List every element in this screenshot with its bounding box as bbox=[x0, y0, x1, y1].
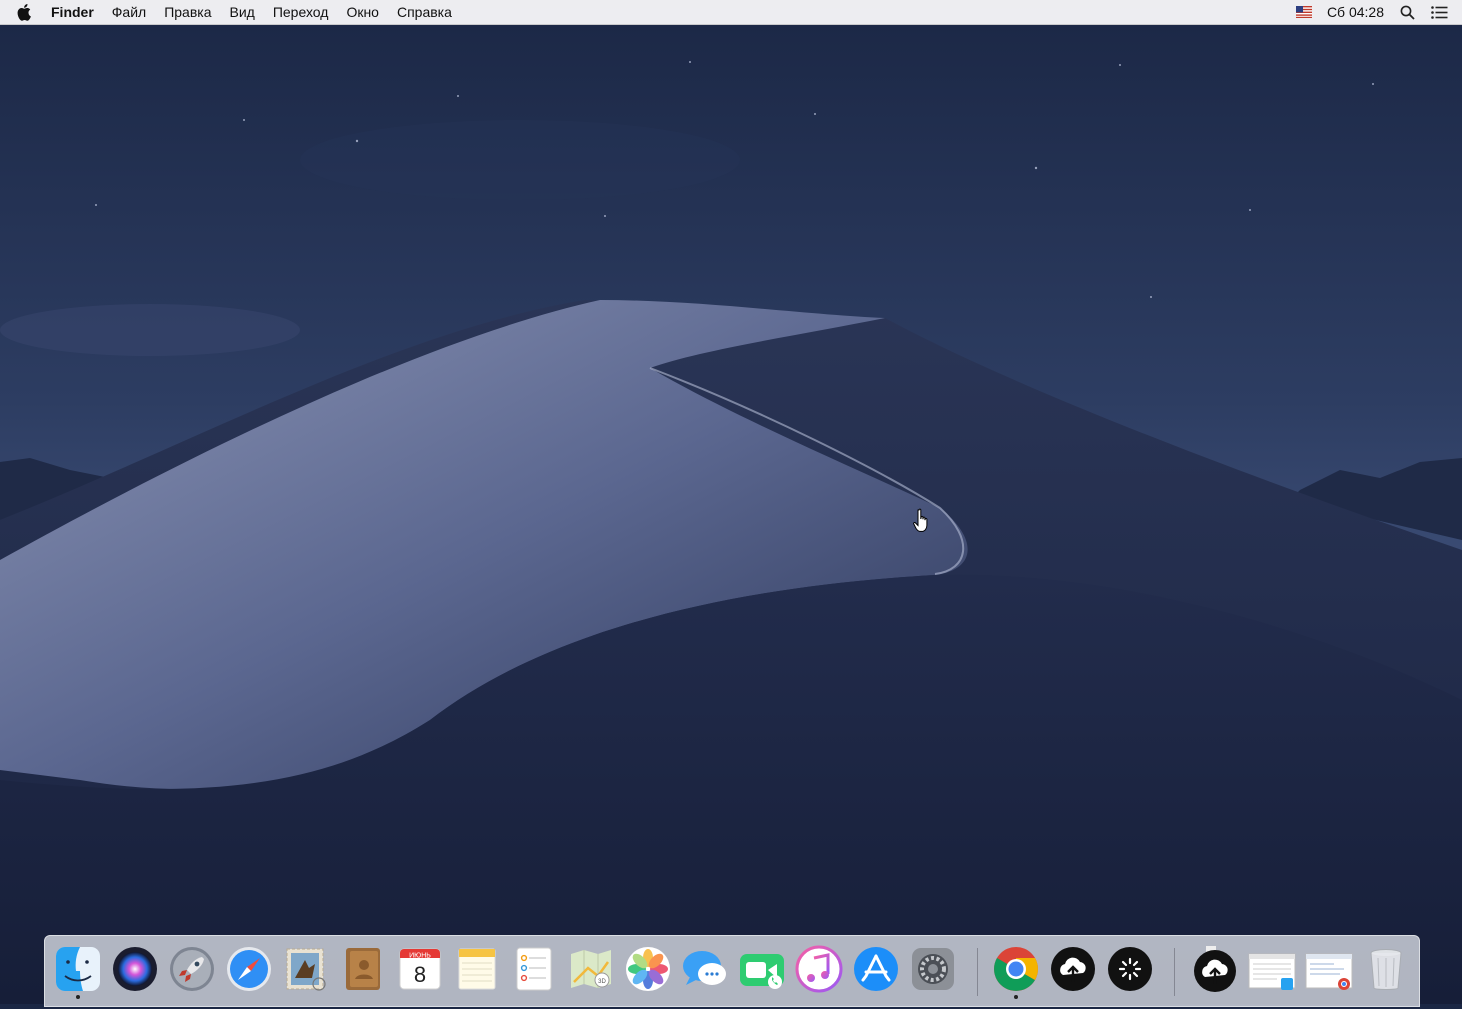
menu-file[interactable]: Файл bbox=[103, 0, 155, 25]
menu-help[interactable]: Справка bbox=[388, 0, 461, 25]
dock-finder[interactable] bbox=[53, 944, 103, 999]
window-thumbnail-icon bbox=[1248, 953, 1296, 990]
photos-flower-icon bbox=[626, 947, 670, 991]
menu-app-finder[interactable]: Finder bbox=[51, 0, 103, 25]
video-camera-icon bbox=[740, 954, 784, 989]
menu-window[interactable]: Окно bbox=[337, 0, 388, 25]
dock-itunes[interactable] bbox=[794, 944, 844, 996]
notification-list-icon[interactable] bbox=[1431, 5, 1448, 19]
compass-icon bbox=[227, 947, 271, 991]
cloud-upload-icon bbox=[1194, 946, 1236, 992]
dock-chrome[interactable] bbox=[991, 944, 1041, 999]
menu-go[interactable]: Переход bbox=[264, 0, 338, 25]
siri-icon bbox=[113, 947, 157, 991]
dock-safari[interactable] bbox=[224, 944, 274, 996]
calendar-day-label: 8 bbox=[414, 962, 426, 987]
dock-separator bbox=[1174, 948, 1175, 996]
dock-contacts[interactable] bbox=[338, 944, 388, 996]
dock-separator bbox=[977, 948, 978, 996]
dock-app-store[interactable] bbox=[851, 944, 901, 996]
menu-edit[interactable]: Правка bbox=[155, 0, 220, 25]
dock-calendar[interactable]: ИЮНЬ 8 bbox=[395, 944, 445, 996]
app-store-icon bbox=[854, 947, 898, 991]
dock-launchpad[interactable] bbox=[167, 944, 217, 996]
chrome-icon bbox=[994, 947, 1038, 991]
address-book-icon bbox=[346, 948, 380, 990]
dock-upload-app[interactable] bbox=[1048, 944, 1098, 996]
calendar-month-label: ИЮНЬ bbox=[409, 953, 431, 960]
checklist-icon bbox=[516, 947, 552, 991]
dock-photos[interactable] bbox=[623, 944, 673, 996]
menubar-clock[interactable]: Сб 04:28 bbox=[1327, 4, 1384, 20]
svg-text:3D: 3D bbox=[598, 979, 606, 985]
dock-maps[interactable]: 3D bbox=[566, 944, 616, 996]
gear-icon bbox=[912, 948, 954, 990]
menu-view[interactable]: Вид bbox=[221, 0, 264, 25]
running-indicator bbox=[1014, 995, 1018, 999]
mail-stamp-icon bbox=[286, 948, 326, 991]
dock-chrome-window-thumbnail[interactable] bbox=[1304, 944, 1354, 996]
message-bubble-icon bbox=[683, 951, 726, 985]
spinner-icon bbox=[1108, 947, 1152, 991]
hand-pointer-cursor-icon bbox=[913, 508, 928, 532]
apple-menu-icon[interactable] bbox=[17, 3, 33, 21]
map-icon: 3D bbox=[571, 950, 611, 988]
dock-trash[interactable] bbox=[1361, 944, 1411, 996]
dock-siri[interactable] bbox=[110, 944, 160, 996]
dock-finder-window-thumbnail[interactable] bbox=[1247, 944, 1297, 996]
dock-upload-app-minimized[interactable] bbox=[1190, 944, 1240, 996]
dock-facetime[interactable] bbox=[737, 944, 787, 996]
dock-reminders[interactable] bbox=[509, 944, 559, 996]
window-thumbnail-icon bbox=[1305, 953, 1353, 990]
dock: ИЮНЬ 8 3D bbox=[44, 935, 1420, 1007]
search-icon[interactable] bbox=[1400, 5, 1415, 20]
finder-icon bbox=[56, 947, 100, 991]
running-indicator bbox=[76, 995, 80, 999]
dock-system-preferences[interactable] bbox=[908, 944, 958, 996]
us-flag-icon[interactable] bbox=[1295, 6, 1312, 18]
trash-icon bbox=[1370, 949, 1402, 990]
cloud-upload-icon bbox=[1051, 947, 1095, 991]
calendar-icon: ИЮНЬ 8 bbox=[399, 948, 441, 990]
notepad-icon bbox=[458, 948, 496, 990]
dock-notes[interactable] bbox=[452, 944, 502, 996]
desktop-wallpaper bbox=[0, 0, 1462, 1004]
desktop[interactable] bbox=[0, 0, 1462, 1004]
dock-loading-app[interactable] bbox=[1105, 944, 1155, 996]
dock-mail[interactable] bbox=[281, 944, 331, 996]
dock-messages[interactable] bbox=[680, 944, 730, 996]
rocket-icon bbox=[170, 947, 214, 991]
menu-bar: Finder Файл Правка Вид Переход Окно Спра… bbox=[0, 0, 1462, 25]
music-note-icon bbox=[795, 945, 843, 993]
